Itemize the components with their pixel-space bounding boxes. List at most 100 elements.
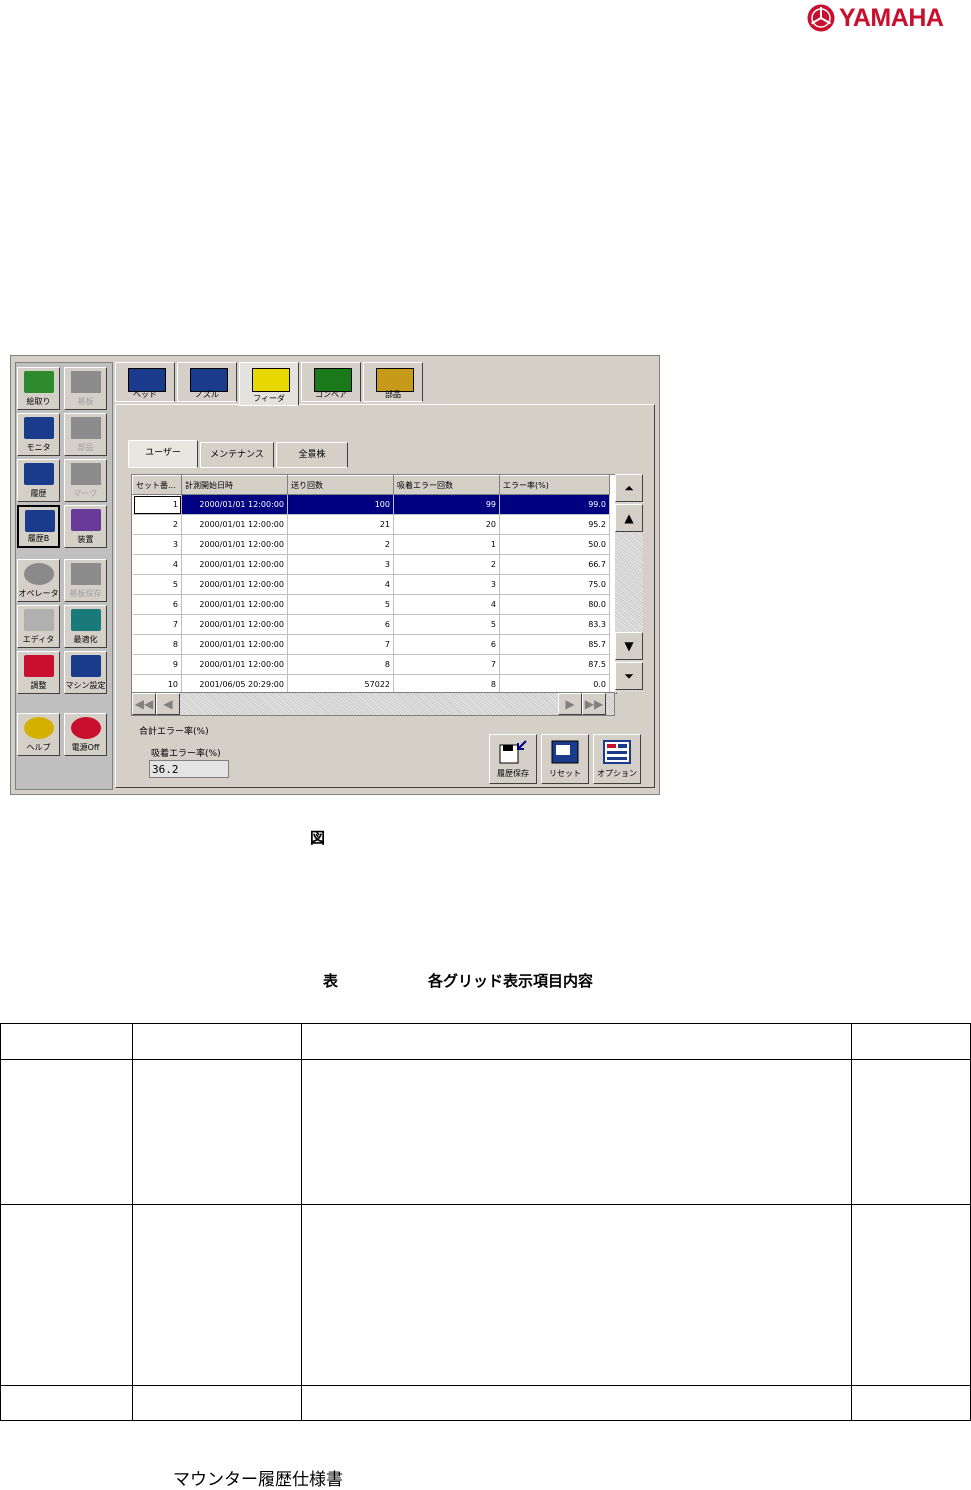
side-button-12[interactable]: 最適化 — [64, 605, 107, 648]
table-row[interactable]: 3 2000/01/01 12:00:00 2 1 50.0 — [132, 534, 610, 555]
tab-conveyor[interactable]: コンベア — [301, 362, 361, 402]
grid-cell: 1 — [132, 494, 182, 515]
suction-error-label: 吸着エラー率(%) — [151, 749, 221, 759]
tab-label: フィーダ — [253, 394, 285, 403]
grid-cell: 2 — [132, 514, 182, 535]
side-button-1[interactable]: 絵取り — [17, 367, 60, 410]
total-error-label: 合計エラー率(%) — [139, 727, 209, 737]
yamaha-logo: YAMAHA — [806, 2, 964, 34]
tab-feeder[interactable]: フィーダ — [239, 362, 299, 406]
options-button[interactable]: オプション — [593, 734, 641, 784]
spec-row — [0, 1385, 971, 1421]
tab-nozzle[interactable]: ノズル — [177, 362, 237, 402]
table-row[interactable]: 7 2000/01/01 12:00:00 6 5 83.3 — [132, 614, 610, 635]
mark-icon — [71, 463, 101, 485]
grid-cell: 99.0 — [499, 494, 610, 515]
grid-cell: 2000/01/01 12:00:00 — [181, 494, 288, 515]
table-row[interactable]: 6 2000/01/01 12:00:00 5 4 80.0 — [132, 594, 610, 615]
subtab-overview[interactable]: 全景株 — [276, 442, 348, 468]
grid-column-header[interactable]: 送り回数 — [287, 475, 394, 495]
suction-error-value: 36.2 — [149, 760, 229, 778]
scroll-left-icon[interactable]: ◀ — [156, 693, 180, 715]
grid-cell: 2000/01/01 12:00:00 — [181, 534, 288, 555]
grid-cell: 80.0 — [499, 594, 610, 615]
side-button-label: 部品 — [77, 443, 94, 452]
table-row[interactable]: 8 2000/01/01 12:00:00 7 6 85.7 — [132, 634, 610, 655]
table-row[interactable]: 9 2000/01/01 12:00:00 8 7 87.5 — [132, 654, 610, 675]
side-button-13[interactable]: 調整 — [17, 651, 60, 694]
table-row[interactable]: 5 2000/01/01 12:00:00 4 3 75.0 — [132, 574, 610, 595]
side-button-9[interactable]: オペレータ — [17, 559, 60, 602]
scroll-last-icon[interactable]: ▶▶ — [582, 693, 606, 715]
side-button-panel: 絵取り 基板 モニタ 部品 履歴 マーク 履歴B 装置 オペレータ 基板保存 エディタ 最適化 調整 マシ… — [15, 362, 113, 790]
save-history-button[interactable]: 履歴保存 — [489, 734, 537, 784]
table-row[interactable]: 2 2000/01/01 12:00:00 21 20 95.2 — [132, 514, 610, 535]
reset-label: リセット — [549, 769, 581, 778]
grid-cell: 85.7 — [499, 634, 610, 655]
grid-column-header[interactable]: 計測開始日時 — [181, 475, 288, 495]
grid-cell: 83.3 — [499, 614, 610, 635]
side-button-5[interactable]: 履歴 — [17, 459, 60, 502]
scroll-bottom-icon[interactable]: ⏷ — [615, 662, 643, 690]
grid-cell: 3 — [393, 574, 500, 595]
side-button-label: マーク — [73, 489, 98, 498]
history-b-icon — [25, 510, 55, 532]
grid-column-header[interactable]: セット番... — [132, 475, 182, 495]
grid-cell: 2000/01/01 12:00:00 — [181, 654, 288, 675]
spec-header-row — [0, 1023, 971, 1060]
grid-cell: 3 — [287, 554, 394, 575]
scroll-top-icon[interactable]: ⏶ — [615, 474, 643, 502]
horizontal-scrollbar[interactable]: ◀◀ ◀ ▶ ▶▶ — [131, 692, 615, 716]
editor-icon — [24, 609, 54, 631]
side-button-14[interactable]: マシン設定 — [64, 651, 107, 694]
parts-icon — [71, 417, 101, 439]
grid-cell: 6 — [393, 634, 500, 655]
side-button-label: 履歴 — [30, 489, 47, 498]
pickup-icon — [24, 371, 54, 393]
machine-icon — [71, 509, 101, 531]
machine-settings-icon — [71, 655, 101, 677]
table-row[interactable]: 4 2000/01/01 12:00:00 3 2 66.7 — [132, 554, 610, 575]
grid-cell: 2000/01/01 12:00:00 — [181, 594, 288, 615]
tab-head[interactable]: ヘッド — [115, 362, 175, 402]
side-button-3[interactable]: モニタ — [17, 413, 60, 456]
table-row[interactable]: 1 2000/01/01 12:00:00 100 99 99.0 — [132, 494, 610, 515]
side-button-11[interactable]: エディタ — [17, 605, 60, 648]
side-button-8[interactable]: 装置 — [64, 505, 107, 548]
side-button-7[interactable]: 履歴B — [17, 505, 60, 548]
spec-table — [0, 1023, 971, 1421]
grid-cell: 1 — [393, 534, 500, 555]
grid-cell: 75.0 — [499, 574, 610, 595]
vertical-scrollbar[interactable]: ⏶ ▲ ▼ ⏷ — [615, 474, 643, 692]
grid-cell: 100 — [287, 494, 394, 515]
grid-column-header[interactable]: 吸着エラー回数 — [393, 475, 500, 495]
side-button-15[interactable]: ヘルプ — [17, 713, 60, 756]
scroll-first-icon[interactable]: ◀◀ — [132, 693, 156, 715]
app-screenshot: 絵取り 基板 モニタ 部品 履歴 マーク 履歴B 装置 オペレータ 基板保存 エディタ 最適化 調整 マシ… — [10, 355, 660, 795]
grid-cell: 5 — [393, 614, 500, 635]
scroll-right-icon[interactable]: ▶ — [558, 693, 582, 715]
grid-cell: 99 — [393, 494, 500, 515]
spec-row — [0, 1204, 971, 1386]
feeder-icon — [252, 368, 290, 392]
grid-cell: 21 — [287, 514, 394, 535]
history-grid[interactable]: セット番... 計測開始日時 送り回数 吸着エラー回数 エラー率(%) 1 2000/01… — [131, 474, 617, 694]
grid-cell: 9 — [132, 654, 182, 675]
help-icon — [24, 717, 54, 739]
grid-column-header[interactable]: エラー率(%) — [499, 475, 610, 495]
reset-button[interactable]: リセット — [541, 734, 589, 784]
scroll-down-icon[interactable]: ▼ — [615, 632, 643, 660]
history-icon — [24, 463, 54, 485]
scroll-up-icon[interactable]: ▲ — [615, 504, 643, 532]
brand-wordmark: YAMAHA — [839, 3, 944, 32]
tab-label: 部品 — [385, 390, 401, 399]
subtab-maintenance[interactable]: メンテナンス — [200, 442, 274, 468]
grid-cell: 7 — [287, 634, 394, 655]
tab-parts[interactable]: 部品 — [363, 362, 423, 402]
grid-cell: 50.0 — [499, 534, 610, 555]
grid-cell: 2000/01/01 12:00:00 — [181, 634, 288, 655]
side-button-10: 基板保存 — [64, 559, 107, 602]
side-button-16[interactable]: 電源Off — [64, 713, 107, 756]
grid-cell: 2 — [393, 554, 500, 575]
subtab-user[interactable]: ユーザー — [128, 440, 198, 468]
